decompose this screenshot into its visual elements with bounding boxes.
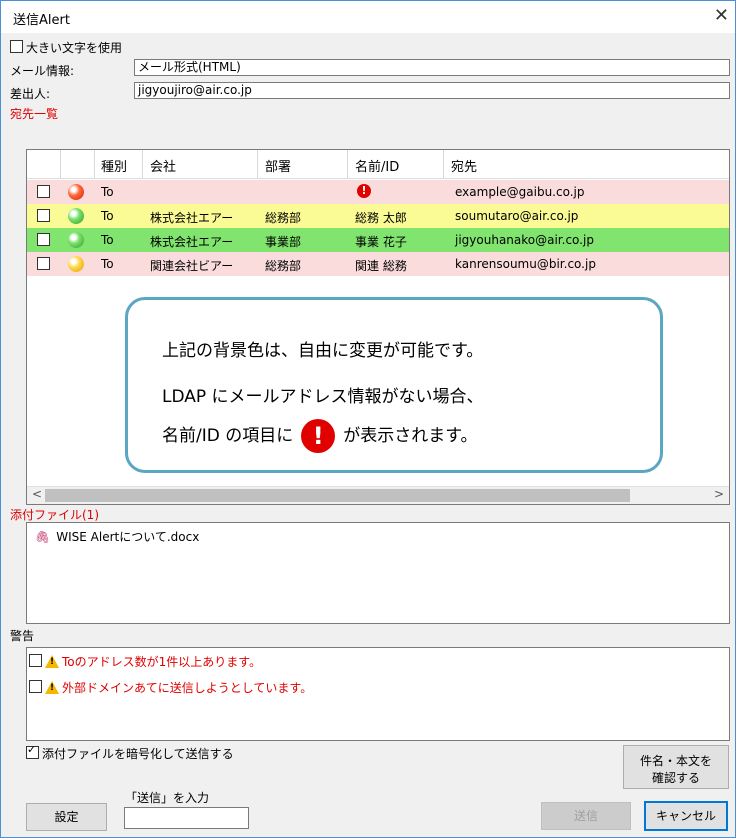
warning-icon: ! bbox=[45, 681, 59, 694]
warning-text: 外部ドメインあてに送信しようとしています。 bbox=[62, 681, 313, 695]
warning-list: ! Toのアドレス数が1件以上あります。 ! 外部ドメインあてに送信しようとしていま… bbox=[26, 647, 730, 741]
sender-field: jigyoujiro@air.co.jp bbox=[134, 82, 730, 99]
exclamation-icon: ! bbox=[357, 184, 371, 198]
cell-address: example@gaibu.co.jp bbox=[455, 185, 585, 199]
cell-name: 関連 総務 bbox=[355, 259, 407, 273]
cell-dept: 総務部 bbox=[265, 211, 302, 225]
warning-checkbox[interactable] bbox=[29, 680, 42, 693]
row-checkbox[interactable] bbox=[37, 233, 50, 246]
paperclip-icon: 🖇 bbox=[35, 530, 51, 544]
confirm-button-line-1: 件名・本文を bbox=[639, 754, 712, 768]
cancel-button[interactable]: キャンセル bbox=[644, 801, 728, 831]
warning-icon: ! bbox=[45, 655, 59, 668]
mail-info-field: メール形式(HTML) bbox=[134, 59, 730, 76]
cell-type: To bbox=[101, 257, 114, 271]
callout-line-3-prefix: 名前/ID の項目に bbox=[162, 426, 294, 446]
status-ball-icon bbox=[68, 184, 91, 200]
encrypt-label: 添付ファイルを暗号化して送信する bbox=[42, 747, 234, 761]
warning-checkbox[interactable] bbox=[29, 654, 42, 667]
sender-label: 差出人: bbox=[10, 87, 51, 101]
cell-type: To bbox=[101, 233, 114, 247]
encrypt-checkbox[interactable]: 添付ファイルを暗号化して送信する bbox=[26, 743, 234, 762]
status-ball-icon bbox=[68, 256, 91, 272]
status-ball-icon bbox=[68, 208, 91, 224]
recipient-row[interactable]: To 株式会社エアー 事業部 事業 花子 jigyouhanako@air.co.jp bbox=[27, 228, 729, 252]
cell-type: To bbox=[101, 185, 114, 199]
cell-dept: 事業部 bbox=[265, 235, 302, 249]
large-text-label: 大きい文字を使用 bbox=[26, 41, 123, 55]
warning-item[interactable]: ! Toのアドレス数が1件以上あります。 bbox=[29, 653, 261, 670]
row-checkbox[interactable] bbox=[37, 209, 50, 222]
checkbox-box[interactable] bbox=[10, 40, 23, 53]
confirm-button-line-2: 確認する bbox=[651, 771, 700, 785]
callout-line-3-suffix: が表示されます。 bbox=[343, 426, 478, 446]
callout-line-1: 上記の背景色は、自由に変更が可能です。 bbox=[162, 341, 484, 361]
callout-line-3: 名前/ID の項目に! が表示されます。 bbox=[162, 419, 478, 453]
column-header-company[interactable]: 会社 bbox=[150, 156, 176, 175]
window-title: 送信Alert bbox=[13, 13, 70, 28]
status-ball-icon bbox=[68, 232, 91, 248]
send-alert-window: 送信Alert ✕ 大きい文字を使用 メール情報: メール形式(HTML) 差出… bbox=[0, 0, 736, 838]
scroll-thumb[interactable] bbox=[45, 489, 630, 502]
mail-info-label: メール情報: bbox=[10, 64, 75, 78]
horizontal-scrollbar[interactable]: < > bbox=[27, 486, 729, 504]
cell-address: jigyouhanako@air.co.jp bbox=[455, 233, 594, 247]
send-button[interactable]: 送信 bbox=[541, 802, 631, 830]
cell-company: 株式会社エアー bbox=[150, 211, 234, 225]
recipient-row[interactable]: To 株式会社エアー 総務部 総務 太郎 soumutaro@air.co.jp bbox=[27, 204, 729, 228]
scroll-left-arrow-icon[interactable]: < bbox=[32, 487, 42, 501]
attachments-section-label: 添付ファイル(1) bbox=[10, 508, 99, 522]
warnings-section-label: 警告 bbox=[10, 629, 35, 643]
column-header-type[interactable]: 種別 bbox=[101, 156, 127, 175]
callout-line-2: LDAP にメールアドレス情報がない場合、 bbox=[162, 387, 484, 407]
send-confirm-input[interactable] bbox=[124, 807, 249, 829]
row-checkbox[interactable] bbox=[37, 185, 50, 198]
row-checkbox[interactable] bbox=[37, 257, 50, 270]
cell-name: 事業 花子 bbox=[355, 235, 407, 249]
cell-company: 関連会社ビアー bbox=[150, 259, 234, 273]
column-header-dept[interactable]: 部署 bbox=[265, 156, 291, 175]
large-text-checkbox[interactable]: 大きい文字を使用 bbox=[10, 39, 122, 56]
attachment-item[interactable]: 🖇 WISE Alertについて.docx bbox=[35, 528, 199, 545]
encrypt-checkbox-box[interactable] bbox=[26, 743, 39, 759]
cell-name: 総務 太郎 bbox=[355, 211, 407, 225]
column-header-address[interactable]: 宛先 bbox=[451, 156, 477, 175]
exclamation-icon: ! bbox=[301, 419, 336, 453]
settings-button[interactable]: 設定 bbox=[26, 803, 107, 831]
column-header-name[interactable]: 名前/ID bbox=[355, 156, 399, 175]
send-prompt-label: 「送信」を入力 bbox=[125, 791, 210, 805]
attachment-name: WISE Alertについて.docx bbox=[56, 530, 200, 544]
warning-text: Toのアドレス数が1件以上あります。 bbox=[62, 655, 262, 669]
confirm-subject-body-button[interactable]: 件名・本文を 確認する bbox=[623, 745, 729, 789]
recipient-row[interactable]: To! example@gaibu.co.jp bbox=[27, 180, 729, 204]
cell-dept: 総務部 bbox=[265, 259, 302, 273]
recipient-row[interactable]: To 関連会社ビアー 総務部 関連 総務 kanrensoumu@bir.co.jp bbox=[27, 252, 729, 276]
cell-address: soumutaro@air.co.jp bbox=[455, 209, 579, 223]
attachment-list[interactable]: 🖇 WISE Alertについて.docx bbox=[26, 522, 730, 624]
cell-address: kanrensoumu@bir.co.jp bbox=[455, 257, 596, 271]
cell-type: To bbox=[101, 209, 114, 223]
warning-item[interactable]: ! 外部ドメインあてに送信しようとしています。 bbox=[29, 679, 312, 696]
title-bar: 送信Alert ✕ bbox=[1, 1, 735, 33]
recipient-list-header: 種別 会社 部署 名前/ID 宛先 bbox=[27, 150, 729, 179]
scroll-right-arrow-icon[interactable]: > bbox=[714, 487, 724, 501]
recipients-section-label: 宛先一覧 bbox=[10, 107, 59, 121]
cell-company: 株式会社エアー bbox=[150, 235, 234, 249]
close-icon[interactable]: ✕ bbox=[714, 5, 729, 26]
info-callout: 上記の背景色は、自由に変更が可能です。 LDAP にメールアドレス情報がない場合… bbox=[125, 297, 663, 473]
